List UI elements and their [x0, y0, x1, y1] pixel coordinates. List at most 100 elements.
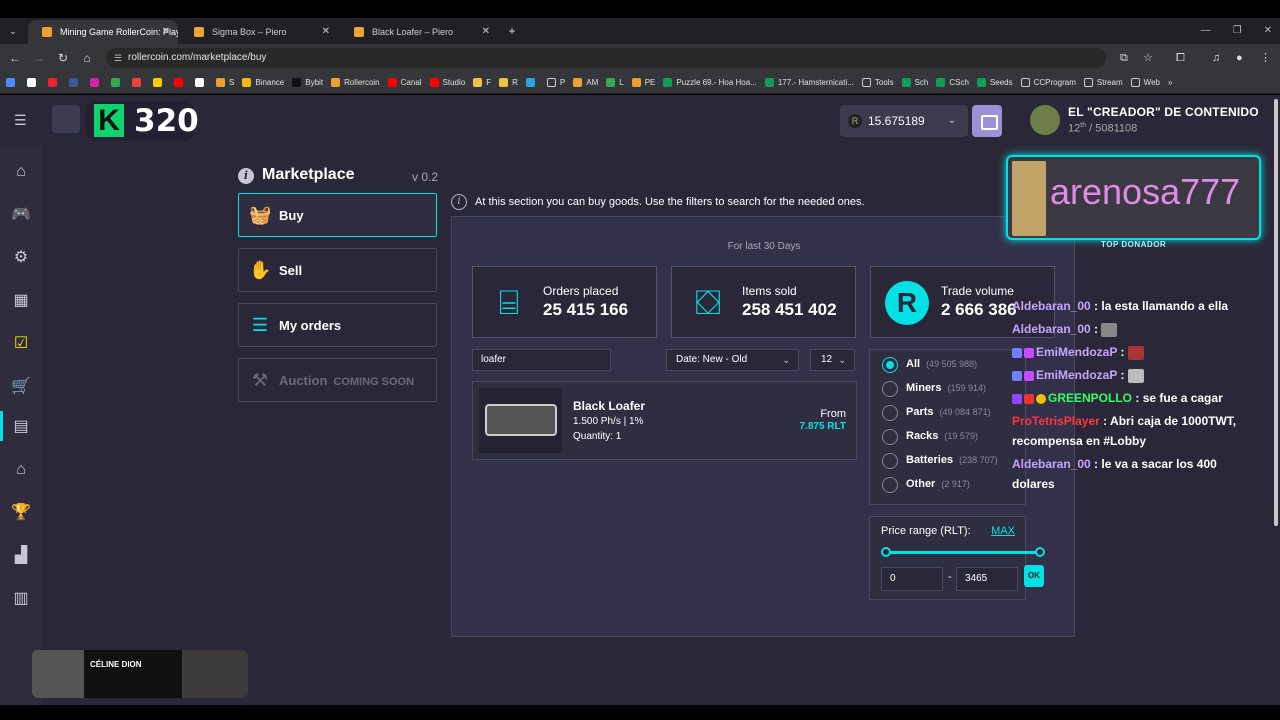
price-slider-track[interactable]	[886, 551, 1040, 554]
sort-dropdown[interactable]: Date: New - Old ⌄	[666, 349, 799, 371]
bookmark-seeds[interactable]: Seeds	[976, 78, 1013, 87]
forward-icon[interactable]: →	[30, 49, 48, 67]
price-ok-button[interactable]: OK	[1024, 565, 1044, 587]
bookmark-apps[interactable]	[6, 78, 19, 87]
user-avatar-small[interactable]	[52, 105, 80, 133]
more-menu-icon[interactable]: ⋮	[1260, 49, 1271, 67]
bookmark-star-icon[interactable]: ☆	[1143, 49, 1153, 67]
bookmark-icon-only[interactable]	[195, 78, 208, 87]
bookmark-ccprogram[interactable]: CCProgram	[1020, 78, 1076, 87]
tab-close-icon[interactable]: ✕	[482, 20, 490, 44]
bookmark-p[interactable]: P	[546, 78, 565, 87]
bookmark-icon-only[interactable]	[69, 78, 82, 87]
bookmark-f[interactable]: F	[473, 78, 491, 87]
user-avatar[interactable]	[1030, 105, 1060, 135]
bookmark-icon-only[interactable]	[174, 78, 187, 87]
bookmark-stream[interactable]: Stream	[1083, 78, 1123, 87]
hamburger-menu-icon[interactable]: ☰	[14, 112, 27, 129]
tasks-nav-icon[interactable]: ☑	[11, 334, 31, 354]
marketplace-info-icon[interactable]: i	[238, 168, 254, 184]
stat-label: Items sold	[742, 284, 797, 298]
max-link[interactable]: MAX	[991, 525, 1015, 537]
wallet-button[interactable]	[972, 105, 1002, 137]
tab-close-icon[interactable]: ✕	[162, 20, 170, 44]
close-window-icon[interactable]: ✕	[1264, 18, 1272, 44]
bookmark-bybit[interactable]: Bybit	[292, 78, 323, 87]
profile-icon[interactable]: ●	[1236, 49, 1243, 67]
site-info-icon[interactable]: ☰	[114, 48, 122, 68]
back-icon[interactable]: ←	[6, 49, 24, 67]
bookmark-studio[interactable]: Studio	[429, 78, 465, 87]
url-field[interactable]: ☰ rollercoin.com/marketplace/buy	[106, 48, 1106, 68]
bookmark-sch[interactable]: Sch	[901, 78, 928, 87]
bookmark-web[interactable]: Web	[1130, 78, 1160, 87]
price-min-input[interactable]: 0	[881, 567, 943, 591]
bookmark-r[interactable]: R	[499, 78, 518, 87]
price-slider-min-handle[interactable]	[881, 547, 891, 557]
rewards-nav-icon[interactable]: ⚙	[11, 248, 31, 268]
minimize-icon[interactable]: —	[1201, 18, 1211, 44]
radio-selected	[882, 357, 898, 373]
reload-icon[interactable]: ↻	[54, 49, 72, 67]
stat-label: Trade volume	[941, 284, 1014, 298]
bookmark-binance[interactable]: Binance	[242, 78, 284, 87]
price-slider-max-handle[interactable]	[1035, 547, 1045, 557]
maximize-icon[interactable]: ❐	[1233, 18, 1242, 44]
bookmark-icon-only[interactable]	[132, 78, 145, 87]
extensions-icon[interactable]: ⧠	[1176, 49, 1185, 67]
menu-buy-button[interactable]: 🧺 Buy	[238, 193, 437, 237]
per-page-dropdown[interactable]: 12 ⌄	[810, 349, 855, 371]
bookmark-icon-only[interactable]	[153, 78, 166, 87]
bookmark-tools[interactable]: Tools	[861, 78, 894, 87]
bookmark-s[interactable]: S	[216, 78, 234, 87]
chat-message: GREENPOLLO : se fue a cagar	[1012, 388, 1262, 408]
bookmark-csch[interactable]: CSch	[936, 78, 969, 87]
bookmark-icon-only[interactable]	[48, 78, 61, 87]
bookmark-canal[interactable]: Canal	[387, 78, 422, 87]
tab-black-loafer[interactable]: Black Loafer – Piero ✕	[340, 20, 498, 44]
sub-badge-icon	[1012, 370, 1022, 381]
media-icon[interactable]: ♫	[1212, 49, 1220, 67]
bookmark-icon-only[interactable]	[90, 78, 103, 87]
ranking-nav-icon[interactable]: ▟	[11, 546, 31, 566]
home-nav-icon[interactable]: ⌂	[11, 162, 31, 182]
bookmark-telegram[interactable]	[525, 78, 539, 87]
chat-message: EmiMendozaP :	[1012, 365, 1262, 385]
bookmark-hamster[interactable]: 177.- Hamsternicati...	[764, 78, 854, 87]
news-nav-icon[interactable]: ▥	[11, 589, 31, 609]
new-tab-icon[interactable]: +	[503, 22, 521, 40]
marketplace-nav-icon[interactable]: ▤	[11, 417, 31, 437]
bookmark-pe[interactable]: PE	[631, 78, 655, 87]
bookmark-l[interactable]: L	[606, 78, 624, 87]
search-input[interactable]: loafer	[472, 349, 611, 371]
chat-message: Aldebaran_00 : la esta llamando a ella	[1012, 299, 1229, 313]
home-icon[interactable]: ⌂	[78, 49, 96, 67]
bookmark-icon-only[interactable]	[111, 78, 124, 87]
network-nav-icon[interactable]: ⌂	[11, 460, 31, 480]
chat-message: Aldebaran_00 :	[1012, 319, 1262, 339]
menu-sell-button[interactable]: ✋ Sell	[238, 248, 437, 292]
balance-selector[interactable]: R 15.675189 ⌄	[840, 105, 968, 137]
trophy-nav-icon[interactable]: 🏆	[11, 503, 31, 523]
product-card[interactable]: Black Loafer 1.500 Ph/s | 1% Quantity: 1…	[472, 381, 857, 460]
events-nav-icon[interactable]: ▦	[11, 291, 31, 311]
tab-search-icon[interactable]: ⌄	[4, 22, 22, 40]
tab-sigma-box[interactable]: Sigma Box – Piero ✕	[180, 20, 338, 44]
games-nav-icon[interactable]: 🎮	[11, 205, 31, 225]
menu-my-orders-button[interactable]: ☰ My orders	[238, 303, 437, 347]
stat-orders-placed: ⌸ Orders placed 25 415 166	[472, 266, 657, 338]
bookmark-icon-only[interactable]	[27, 78, 40, 87]
page-scrollbar[interactable]	[1271, 95, 1280, 705]
tab-rollercoin[interactable]: Mining Game RollerCoin: Play N ✕	[28, 20, 178, 44]
bookmark-puzzle[interactable]: Puzzle 69.- Hoa Hoa...	[663, 78, 757, 87]
bookmark-am[interactable]: AM	[573, 78, 598, 87]
store-nav-icon[interactable]: 🛒	[11, 377, 31, 397]
tab-close-icon[interactable]: ✕	[322, 20, 330, 44]
user-name[interactable]: EL "CREADOR" DE CONTENIDO	[1068, 105, 1259, 119]
radio-unselected	[882, 477, 898, 493]
bookmarks-overflow-icon[interactable]: »	[1168, 78, 1172, 87]
price-max-input[interactable]: 3465	[956, 567, 1018, 591]
scrollbar-thumb[interactable]	[1274, 99, 1278, 526]
install-app-icon[interactable]: ⧉	[1120, 49, 1128, 67]
bookmark-rollercoin[interactable]: Rollercoin	[331, 78, 380, 87]
